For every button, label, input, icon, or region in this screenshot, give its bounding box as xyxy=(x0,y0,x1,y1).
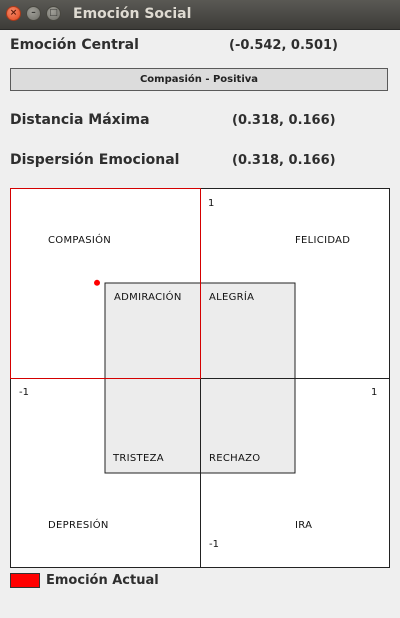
central-emotion-value: (-0.542, 0.501) xyxy=(229,38,338,53)
quadrant-label-ira: IRA xyxy=(295,520,313,531)
legend-swatch xyxy=(10,573,40,588)
minimize-icon[interactable]: – xyxy=(26,6,41,21)
max-distance-label: Distancia Máxima xyxy=(10,112,150,128)
tick-y-max: 1 xyxy=(208,198,215,209)
dispersion-value: (0.318, 0.166) xyxy=(232,153,336,168)
close-icon[interactable]: × xyxy=(6,6,21,21)
tick-x-max: 1 xyxy=(371,387,378,398)
tick-y-min: -1 xyxy=(209,539,219,550)
emotion-plane: COMPASIÓN FELICIDAD ADMIRACIÓN ALEGRÍA T… xyxy=(10,188,390,568)
quadrant-label-alegria: ALEGRÍA xyxy=(209,292,255,303)
quadrant-label-compasion: COMPASIÓN xyxy=(48,235,112,246)
maximize-icon[interactable]: □ xyxy=(46,6,61,21)
dispersion-label: Dispersión Emocional xyxy=(10,152,180,168)
central-emotion-label: Emoción Central xyxy=(10,37,139,53)
title-bar: × – □ Emoción Social xyxy=(0,0,400,30)
tick-x-min: -1 xyxy=(19,387,29,398)
max-distance-value: (0.318, 0.166) xyxy=(232,113,336,128)
legend-label: Emoción Actual xyxy=(46,573,159,588)
quadrant-label-felicidad: FELICIDAD xyxy=(295,235,351,246)
quadrant-label-admiracion: ADMIRACIÓN xyxy=(114,292,182,303)
quadrant-label-rechazo: RECHAZO xyxy=(209,453,261,464)
quadrant-label-tristeza: TRISTEZA xyxy=(113,453,164,464)
emotion-status-bar: Compasión - Positiva xyxy=(10,68,388,91)
quadrant-label-depresion: DEPRESIÓN xyxy=(48,520,109,531)
current-emotion-marker xyxy=(94,279,101,286)
window-title: Emoción Social xyxy=(73,6,192,22)
